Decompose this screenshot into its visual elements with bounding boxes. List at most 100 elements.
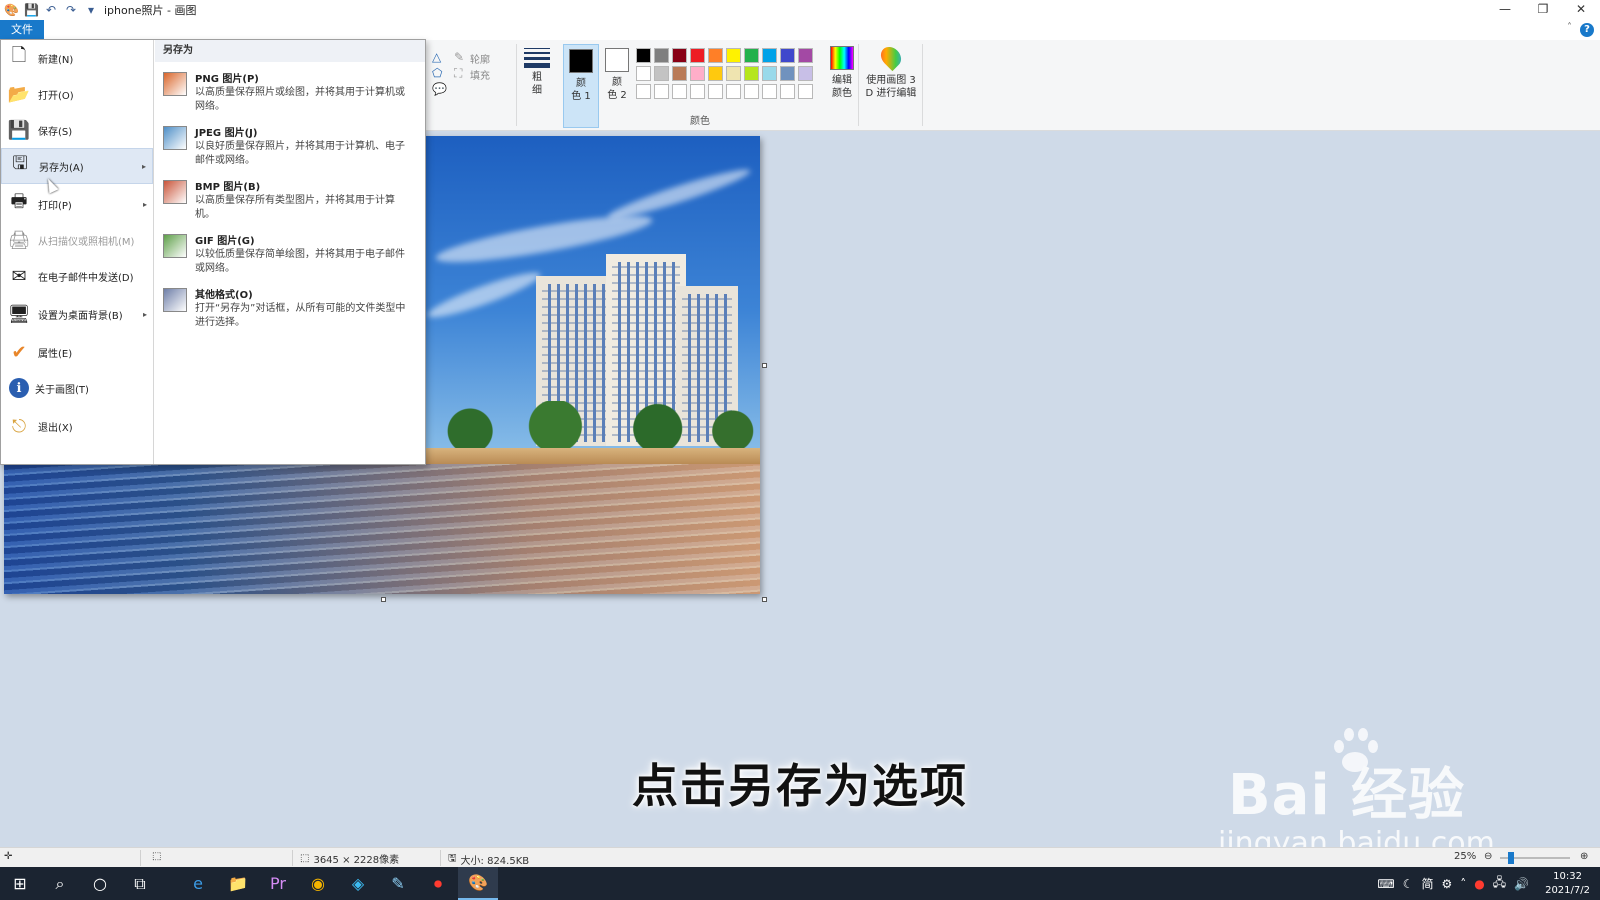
palette-color-swatch[interactable] [672, 84, 687, 99]
file-menu-item[interactable]: 🖥 设置为桌面背景(B) ▸ [1, 296, 153, 332]
file-menu-item[interactable]: 🗋 新建(N) [1, 40, 153, 76]
paint-taskbar-icon[interactable]: 🎨 [458, 867, 498, 900]
file-menu-item[interactable]: 💾 保存(S) [1, 112, 153, 148]
callout-shape-icon[interactable]: 💬 [432, 82, 447, 96]
file-menu-item[interactable]: 🖶 打印(P) ▸ [1, 186, 153, 222]
file-menu-item[interactable]: ✉ 在电子邮件中发送(D) [1, 258, 153, 294]
file-menu-item[interactable]: 🖫 另存为(A) ▸ [1, 148, 153, 184]
palette-color-swatch[interactable] [726, 48, 741, 63]
file-menu-item[interactable]: ⎋ 退出(X) [1, 408, 153, 444]
cortana-icon[interactable]: ○ [80, 867, 120, 900]
palette-color-swatch[interactable] [690, 66, 705, 81]
palette-color-swatch[interactable] [798, 48, 813, 63]
palette-color-swatch[interactable] [780, 48, 795, 63]
customize-dropdown-icon[interactable]: ▾ [84, 3, 98, 17]
save-as-option[interactable]: JPEG 图片(J) 以良好质量保存照片，并将其用于计算机、电子邮件或网络。 [155, 122, 425, 174]
save-icon[interactable]: 💾 [24, 3, 39, 17]
fill-bucket-icon[interactable]: ⛶ [454, 66, 462, 81]
scanner-icon: 🖨 [7, 229, 31, 251]
palette-color-swatch[interactable] [672, 48, 687, 63]
size-button[interactable]: 粗 细 [522, 46, 552, 126]
palette-color-swatch[interactable] [654, 84, 669, 99]
palette-color-swatch[interactable] [708, 84, 723, 99]
screen-recorder-icon[interactable]: ⏺ [418, 867, 458, 900]
outline-label[interactable]: 轮廓 [470, 51, 490, 66]
zoom-in-button[interactable]: ⊕ [1580, 851, 1588, 862]
outline-icon[interactable]: ✎ [454, 50, 464, 64]
save-as-option[interactable]: GIF 图片(G) 以较低质量保存简单绘图，并将其用于电子邮件或网络。 [155, 230, 425, 282]
palette-color-swatch[interactable] [744, 66, 759, 81]
premiere-pro-icon[interactable]: Pr [258, 867, 298, 900]
windows-start-icon[interactable]: ⊞ [0, 867, 40, 900]
chrome-icon[interactable]: ◉ [298, 867, 338, 900]
palette-color-swatch[interactable] [762, 66, 777, 81]
moon-icon[interactable]: ☾ [1403, 877, 1414, 891]
palette-color-swatch[interactable] [798, 66, 813, 81]
volume-icon[interactable]: 🔊 [1514, 877, 1529, 891]
file-menu-item[interactable]: ℹ 关于画图(T) [1, 370, 153, 406]
task-view-icon[interactable]: ⧉ [120, 867, 160, 900]
file-size-icon: 🖫 [448, 853, 457, 864]
color2-button[interactable]: 颜 色 2 [599, 44, 635, 128]
edge-browser-icon[interactable]: e [178, 867, 218, 900]
save-as-option[interactable]: 其他格式(O) 打开“另存为”对话框，从所有可能的文件类型中进行选择。 [155, 284, 425, 336]
palette-color-swatch[interactable] [636, 48, 651, 63]
minimize-button[interactable]: — [1486, 0, 1524, 20]
file-menu-item[interactable]: 📂 打开(O) [1, 76, 153, 112]
palette-color-swatch[interactable] [690, 48, 705, 63]
close-button[interactable]: ✕ [1562, 0, 1600, 20]
edit-colors-button[interactable]: 编辑 颜色 [822, 46, 862, 100]
palette-color-swatch[interactable] [690, 84, 705, 99]
redo-icon[interactable]: ↷ [64, 3, 78, 17]
show-hidden-icons-icon[interactable]: ˄ [1460, 877, 1466, 891]
submenu-arrow-icon: ▸ [141, 161, 146, 171]
save-as-option[interactable]: BMP 图片(B) 以高质量保存所有类型图片，并将其用于计算机。 [155, 176, 425, 228]
zoom-out-button[interactable]: ⊖ [1484, 851, 1492, 862]
ime-language[interactable]: 简 [1421, 875, 1433, 892]
save-as-option[interactable]: PNG 图片(P) 以高质量保存照片或绘图，并将其用于计算机或网络。 [155, 68, 425, 120]
palette-color-swatch[interactable] [672, 66, 687, 81]
app-icon[interactable]: ◈ [338, 867, 378, 900]
file-menu-item[interactable]: 🖨 从扫描仪或照相机(M) [1, 222, 153, 258]
restore-button[interactable]: ❐ [1524, 0, 1562, 20]
clock[interactable]: 10:32 2021/7/2 [1545, 870, 1590, 898]
settings-gear-icon[interactable]: ⚙ [1441, 877, 1452, 891]
file-tab[interactable]: 文件 [0, 20, 44, 39]
palette-color-swatch[interactable] [762, 84, 777, 99]
notes-app-icon[interactable]: ✎ [378, 867, 418, 900]
quick-access-toolbar: 🎨 💾 ↶ ↷ ▾ [0, 0, 98, 20]
palette-color-swatch[interactable] [744, 84, 759, 99]
resize-handle-corner[interactable] [762, 597, 767, 602]
fill-label[interactable]: 填充 [470, 67, 490, 82]
pentagon-shape-icon[interactable]: ⬠ [432, 66, 442, 80]
network-icon[interactable]: 🖧 [1493, 873, 1506, 894]
undo-icon[interactable]: ↶ [44, 3, 58, 17]
file-menu-item[interactable]: ✔ 属性(E) [1, 334, 153, 370]
palette-color-swatch[interactable] [636, 84, 651, 99]
file-explorer-icon[interactable]: 📁 [218, 867, 258, 900]
palette-color-swatch[interactable] [636, 66, 651, 81]
palette-color-swatch[interactable] [798, 84, 813, 99]
palette-color-swatch[interactable] [780, 84, 795, 99]
palette-color-swatch[interactable] [762, 48, 777, 63]
help-icon[interactable]: ? [1580, 23, 1594, 37]
input-keyboard-icon[interactable]: ⌨ [1377, 877, 1394, 891]
paint-app-icon[interactable]: 🎨 [4, 3, 19, 17]
palette-color-swatch[interactable] [708, 66, 723, 81]
color1-button[interactable]: 颜 色 1 [563, 44, 599, 128]
palette-color-swatch[interactable] [654, 66, 669, 81]
palette-color-swatch[interactable] [744, 48, 759, 63]
palette-color-swatch[interactable] [726, 66, 741, 81]
paint3d-button[interactable]: 使用画图 3 D 进行编辑 [862, 42, 920, 100]
recording-icon[interactable]: ● [1474, 877, 1484, 891]
resize-handle-bottom[interactable] [381, 597, 386, 602]
palette-color-swatch[interactable] [780, 66, 795, 81]
triangle-shape-icon[interactable]: △ [432, 50, 441, 64]
zoom-slider-thumb[interactable] [1508, 852, 1514, 864]
palette-color-swatch[interactable] [726, 84, 741, 99]
resize-handle-right[interactable] [762, 363, 767, 368]
palette-color-swatch[interactable] [708, 48, 723, 63]
collapse-ribbon-icon[interactable]: ˄ [1567, 22, 1572, 33]
palette-color-swatch[interactable] [654, 48, 669, 63]
search-icon[interactable]: ⌕ [40, 867, 80, 900]
